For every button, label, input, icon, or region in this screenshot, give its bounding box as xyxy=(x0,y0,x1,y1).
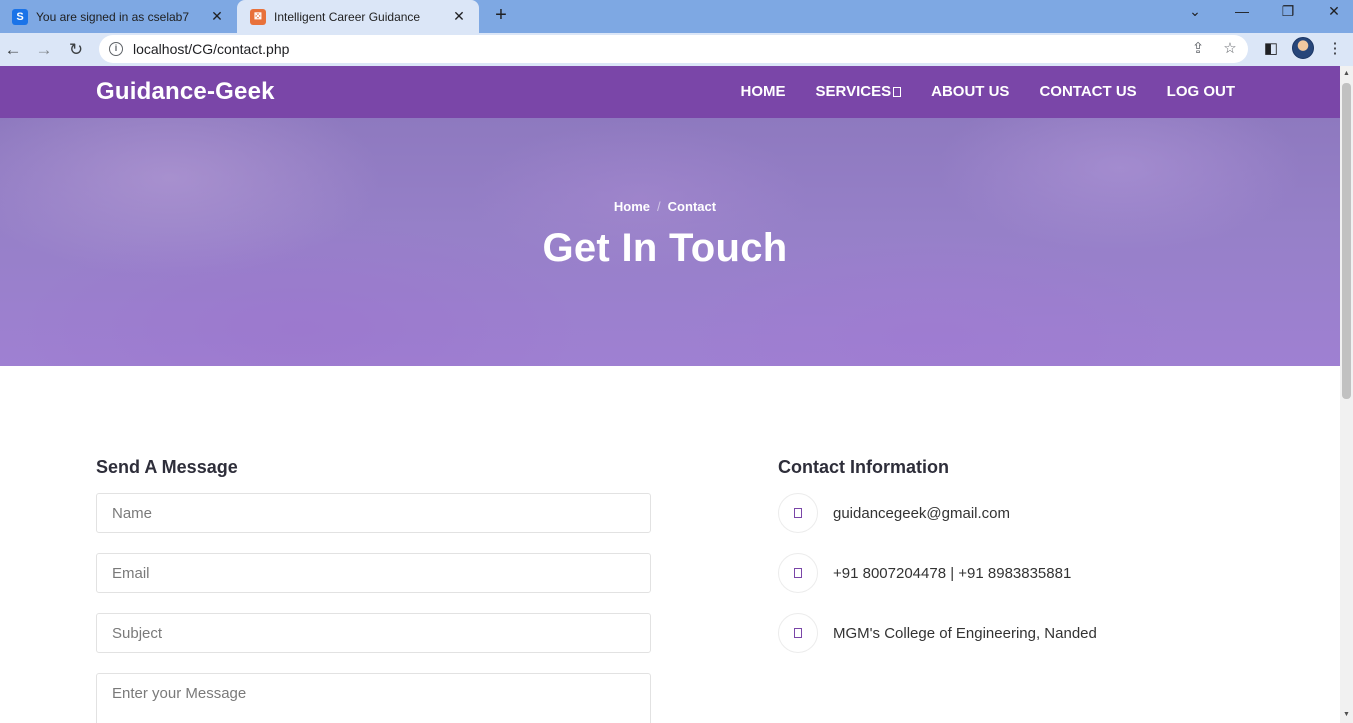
browser-tab-active[interactable]: ⊠ Intelligent Career Guidance ✕ xyxy=(237,0,479,33)
phone-icon xyxy=(778,553,818,593)
nav-home[interactable]: HOME xyxy=(741,83,786,100)
contact-phone: +91 8007204478 | +91 8983835881 xyxy=(833,564,1072,582)
scroll-up-arrow-icon[interactable]: ▲ xyxy=(1342,69,1351,79)
scrollbar-thumb[interactable] xyxy=(1342,83,1351,399)
breadcrumb-current: Contact xyxy=(667,199,717,214)
site-brand[interactable]: Guidance-Geek xyxy=(96,78,275,106)
profile-avatar[interactable] xyxy=(1292,37,1314,59)
breadcrumb: Home / Contact xyxy=(0,199,1330,214)
tab-search-chevron-icon[interactable]: ⌄ xyxy=(1172,0,1218,26)
message-textarea[interactable] xyxy=(96,673,651,723)
location-icon xyxy=(778,613,818,653)
reload-icon[interactable]: ↻ xyxy=(63,37,89,63)
nav-services-label: SERVICES xyxy=(815,83,892,100)
nav-about-us[interactable]: ABOUT US xyxy=(931,83,1009,100)
contact-email: guidancegeek@gmail.com xyxy=(833,504,1010,522)
page-scrollbar[interactable]: ▲ ▼ xyxy=(1340,66,1353,723)
forward-arrow-icon[interactable]: → xyxy=(31,37,57,63)
bookmark-star-icon[interactable]: ☆ xyxy=(1220,39,1240,59)
close-tab-icon[interactable]: ✕ xyxy=(451,8,467,24)
browser-tab-signed-in[interactable]: S You are signed in as cselab7 ✕ xyxy=(0,0,237,33)
close-window-icon[interactable]: ✕ xyxy=(1311,0,1353,26)
side-panel-icon[interactable]: ◧ xyxy=(1260,38,1282,60)
envelope-icon xyxy=(778,493,818,533)
minimize-icon[interactable]: — xyxy=(1219,0,1265,26)
dropdown-caret-icon xyxy=(893,87,902,97)
hero-banner: Home / Contact Get In Touch xyxy=(0,118,1340,366)
tab-title: You are signed in as cselab7 xyxy=(36,9,189,24)
nav-contact-us[interactable]: CONTACT US xyxy=(1039,83,1136,100)
tab-favicon-icon: S xyxy=(12,8,28,25)
name-input[interactable] xyxy=(96,493,651,533)
contact-address: MGM's College of Engineering, Nanded xyxy=(833,624,1097,642)
back-arrow-icon[interactable]: ← xyxy=(0,37,26,63)
url-text[interactable]: localhost/CG/contact.php xyxy=(133,41,289,57)
address-bar[interactable]: i localhost/CG/contact.php ⇪ ☆ xyxy=(99,35,1248,63)
page-title: Get In Touch xyxy=(542,226,788,270)
site-navbar: Guidance-Geek HOME SERVICES ABOUT US CON… xyxy=(0,66,1340,118)
breadcrumb-separator: / xyxy=(657,199,661,214)
form-heading: Send A Message xyxy=(96,457,238,477)
nav-log-out[interactable]: LOG OUT xyxy=(1167,83,1235,100)
close-tab-icon[interactable]: ✕ xyxy=(209,8,225,24)
contact-address-row: MGM's College of Engineering, Nanded xyxy=(778,613,1097,653)
contact-email-row: guidancegeek@gmail.com xyxy=(778,493,1010,533)
contact-phone-row: +91 8007204478 | +91 8983835881 xyxy=(778,553,1071,593)
browser-tab-strip: S You are signed in as cselab7 ✕ ⊠ Intel… xyxy=(0,0,1353,33)
restore-icon[interactable]: ❐ xyxy=(1265,0,1311,26)
email-input[interactable] xyxy=(96,553,651,593)
browser-menu-icon[interactable]: ⋮ xyxy=(1324,38,1346,60)
nav-services[interactable]: SERVICES xyxy=(816,83,902,100)
subject-input[interactable] xyxy=(96,613,651,653)
new-tab-icon[interactable]: + xyxy=(489,3,513,27)
xampp-favicon-icon: ⊠ xyxy=(250,8,266,25)
main-menu: HOME SERVICES ABOUT US CONTACT US LOG OU… xyxy=(741,83,1235,100)
tab-title: Intelligent Career Guidance xyxy=(274,9,421,24)
page-viewport: Guidance-Geek HOME SERVICES ABOUT US CON… xyxy=(0,66,1340,723)
browser-toolbar: ← → ↻ i localhost/CG/contact.php ⇪ ☆ ◧ ⋮ xyxy=(0,33,1353,66)
scroll-down-arrow-icon[interactable]: ▼ xyxy=(1342,710,1351,720)
site-info-icon[interactable]: i xyxy=(109,42,123,56)
share-icon[interactable]: ⇪ xyxy=(1188,39,1208,59)
contact-heading: Contact Information xyxy=(778,457,949,477)
breadcrumb-home[interactable]: Home xyxy=(614,199,650,214)
